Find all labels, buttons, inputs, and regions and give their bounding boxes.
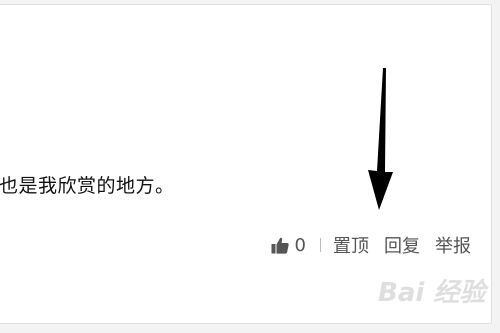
comment-actions: 0 置顶 回复 举报 [271,232,471,258]
like-count: 0 [294,234,306,256]
report-button[interactable]: 举报 [435,232,471,258]
comment-text: 也是我欣赏的地方。 [0,175,175,197]
reply-button[interactable]: 回复 [384,232,420,258]
watermark-logo: Bai 经验 [378,278,486,308]
like-button[interactable]: 0 [271,235,306,256]
action-divider [320,238,321,252]
thumbs-up-icon [271,237,289,254]
pin-button[interactable]: 置顶 [333,232,369,258]
